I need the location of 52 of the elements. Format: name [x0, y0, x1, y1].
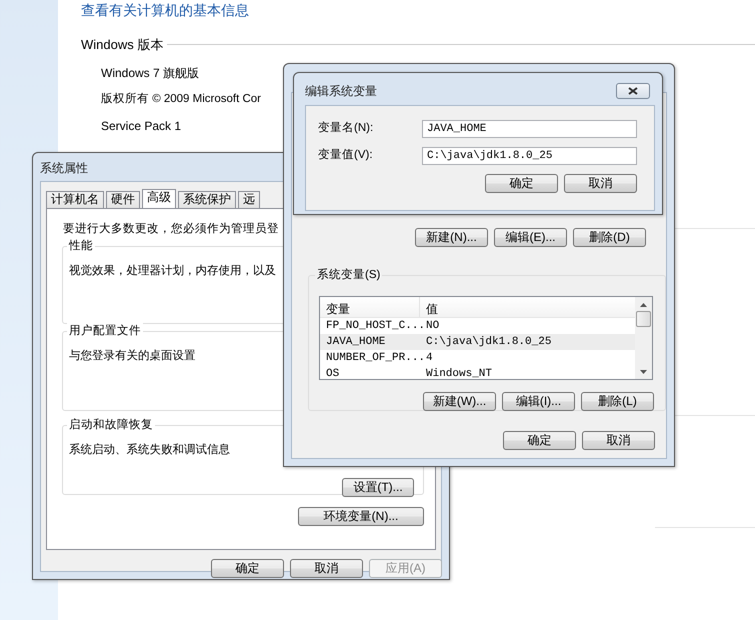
- settings-button[interactable]: 设置(T)...: [342, 478, 414, 497]
- group-text: 视觉效果，处理器计划，内存使用，以及: [69, 264, 276, 278]
- scrollbar[interactable]: [635, 297, 652, 380]
- tab[interactable]: 高级: [142, 189, 176, 208]
- edition-text: Windows 7 旗舰版: [101, 64, 200, 82]
- service-pack-text: Service Pack 1: [101, 118, 182, 135]
- cancel-button[interactable]: 取消: [564, 174, 637, 193]
- window-title: 系统属性: [40, 161, 88, 175]
- edit-button[interactable]: 编辑(E)...: [494, 228, 567, 247]
- variable-name[interactable]: OS: [320, 366, 420, 380]
- scroll-up-icon[interactable]: [640, 303, 647, 308]
- group-text: 系统启动、系统失败和调试信息: [69, 442, 230, 458]
- field-label: 变量值(V):: [318, 147, 374, 164]
- variable-name[interactable]: NUMBER_OF_PR...: [320, 350, 420, 366]
- cancel-button[interactable]: 取消: [582, 431, 655, 450]
- variable-value[interactable]: Windows_NT: [420, 366, 498, 380]
- tab[interactable]: 系统保护: [178, 191, 236, 208]
- column-header[interactable]: 变量: [320, 297, 420, 318]
- group-title: 系统变量(S): [315, 267, 382, 283]
- window-title: 编辑系统变量: [305, 82, 377, 100]
- group-text: 与您登录有关的桌面设置: [69, 348, 196, 364]
- cancel-button[interactable]: 取消: [290, 559, 363, 578]
- tab[interactable]: 计算机名: [46, 191, 104, 208]
- ok-button[interactable]: 确定: [503, 431, 576, 450]
- variable-value[interactable]: NO: [420, 318, 446, 334]
- scroll-thumb[interactable]: [636, 311, 651, 328]
- input-field[interactable]: JAVA_HOME: [422, 120, 637, 138]
- tab[interactable]: 硬件: [106, 191, 140, 208]
- column-header[interactable]: 值: [420, 297, 444, 318]
- scroll-down-icon[interactable]: [640, 370, 647, 374]
- copyright-text: 版权所有 © 2009 Microsoft Cor: [101, 92, 262, 106]
- selected-row[interactable]: JAVA_HOME C:\java\jdk1.8.0_25: [320, 334, 635, 350]
- new-button[interactable]: 新建(W)...: [423, 392, 496, 412]
- variable-name[interactable]: JAVA_HOME: [320, 334, 420, 350]
- field-label: 变量名(N):: [318, 120, 374, 136]
- notice-text: 要进行大多数更改，您必须作为管理员登: [63, 222, 279, 237]
- ok-button[interactable]: 确定: [485, 174, 558, 193]
- delete-button[interactable]: 删除(D): [573, 228, 646, 247]
- new-button[interactable]: 新建(N)...: [415, 228, 488, 247]
- section-title: Windows 版本: [81, 36, 164, 54]
- ok-button[interactable]: 确定: [211, 559, 284, 578]
- page-heading[interactable]: 查看有关计算机的基本信息: [81, 0, 249, 21]
- variable-name[interactable]: FP_NO_HOST_C...: [320, 318, 420, 334]
- close-icon: [628, 87, 638, 95]
- delete-button[interactable]: 删除(L): [581, 392, 654, 412]
- variable-value[interactable]: C:\java\jdk1.8.0_25: [420, 334, 558, 350]
- environment-variables-button[interactable]: 环境变量(N)...: [298, 507, 424, 526]
- close-button[interactable]: [616, 83, 650, 99]
- tab[interactable]: 远: [238, 191, 260, 208]
- edit-button[interactable]: 编辑(I)...: [502, 392, 575, 412]
- input-field[interactable]: C:\java\jdk1.8.0_25: [422, 147, 637, 165]
- variable-value[interactable]: 4: [420, 350, 439, 366]
